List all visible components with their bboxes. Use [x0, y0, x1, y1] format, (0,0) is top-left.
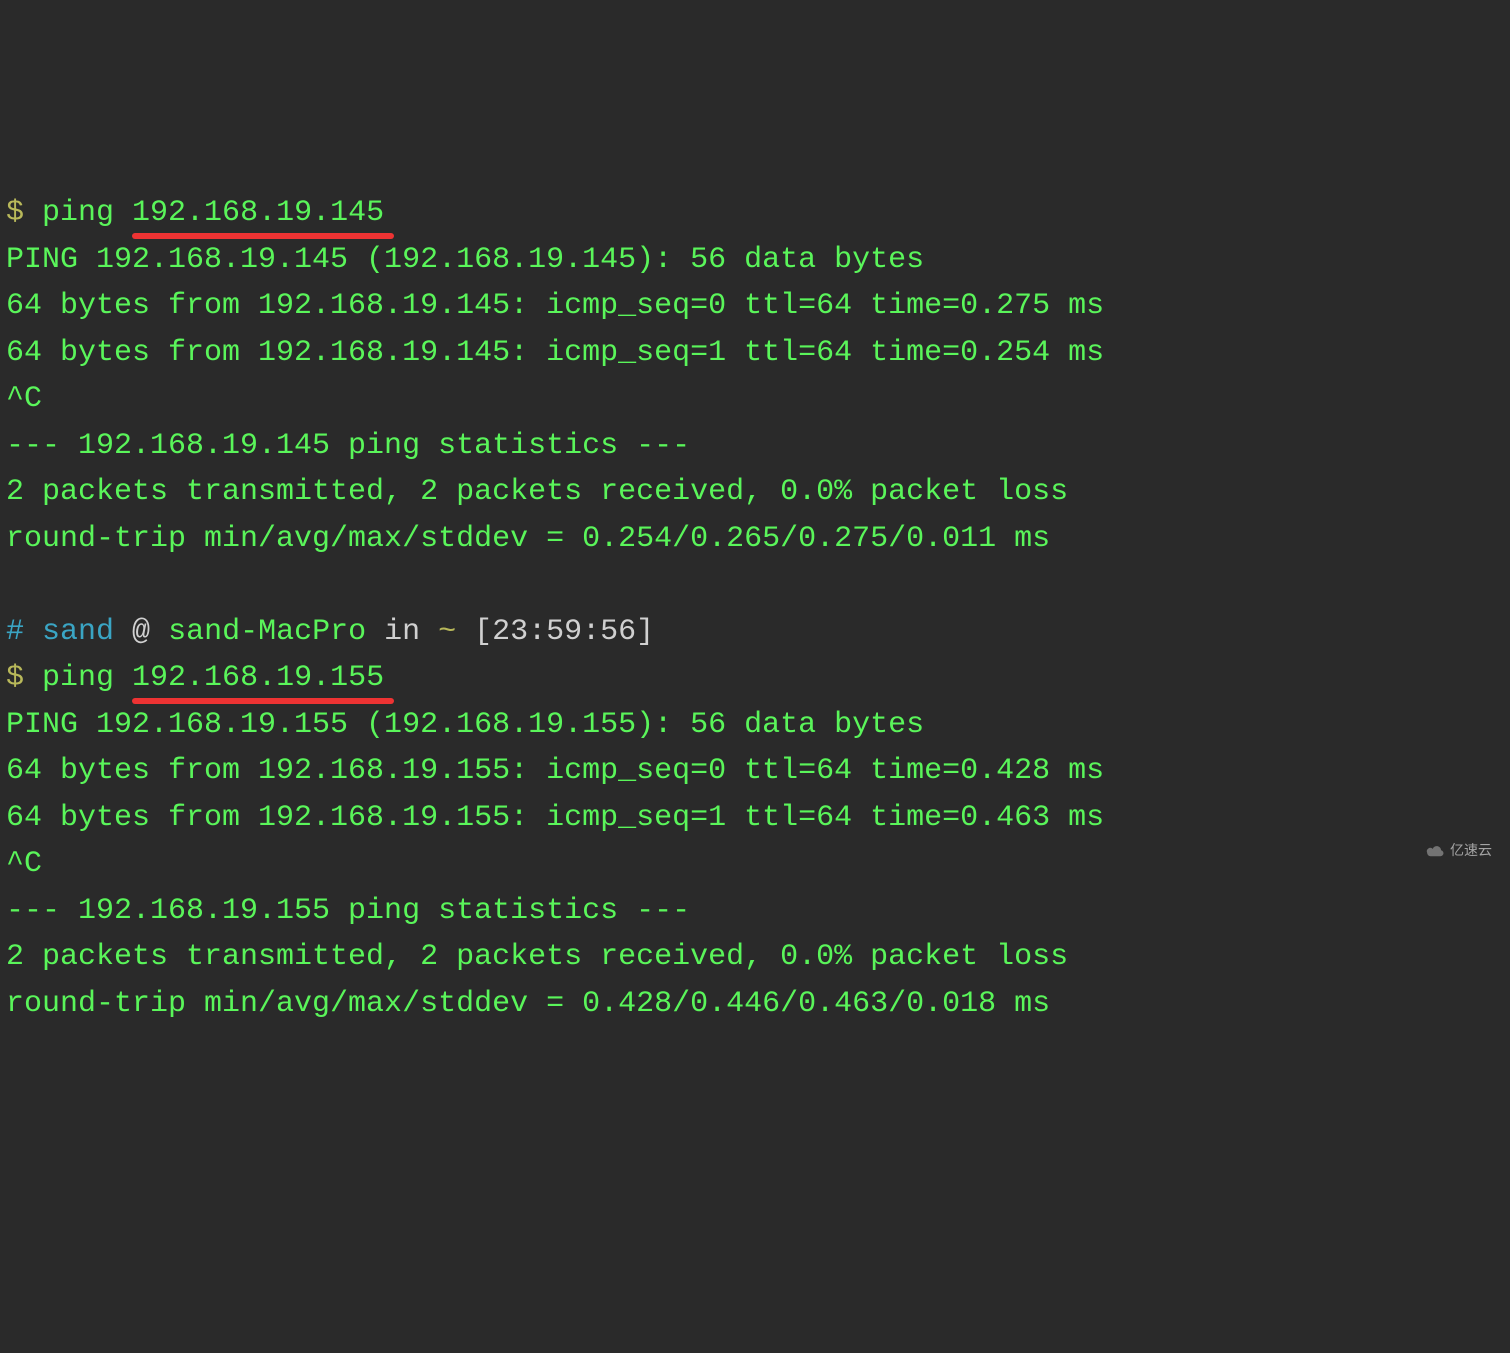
- prompt-host: sand-MacPro: [168, 615, 366, 649]
- prompt-path: ~: [438, 615, 456, 649]
- prompt-user: sand: [42, 615, 114, 649]
- prompt-hash: #: [6, 615, 24, 649]
- ping-stats-header: --- 192.168.19.145 ping statistics ---: [6, 429, 690, 463]
- ping-header: PING 192.168.19.155 (192.168.19.155): 56…: [6, 708, 924, 742]
- terminal-output[interactable]: $ ping 192.168.19.145 PING 192.168.19.14…: [6, 190, 1504, 1027]
- ping-header: PING 192.168.19.145 (192.168.19.145): 56…: [6, 243, 924, 277]
- command-text: ping 192.168.19.145: [24, 196, 384, 230]
- ping-reply: 64 bytes from 192.168.19.145: icmp_seq=1…: [6, 336, 1104, 370]
- highlighted-ip: 192.168.19.145: [132, 190, 384, 237]
- prompt-time: [23:59:56]: [456, 615, 654, 649]
- prompt-in: in: [366, 615, 438, 649]
- ping-stats-packets: 2 packets transmitted, 2 packets receive…: [6, 475, 1068, 509]
- highlighted-ip: 192.168.19.155: [132, 655, 384, 702]
- ping-stats-rtt: round-trip min/avg/max/stddev = 0.254/0.…: [6, 522, 1050, 556]
- ping-reply: 64 bytes from 192.168.19.155: icmp_seq=1…: [6, 801, 1104, 835]
- ping-reply: 64 bytes from 192.168.19.145: icmp_seq=0…: [6, 289, 1104, 323]
- command-text: ping 192.168.19.155: [24, 661, 384, 695]
- prompt-symbol: $: [6, 661, 24, 695]
- prompt-at: @: [114, 615, 168, 649]
- prompt-symbol: $: [6, 196, 24, 230]
- interrupt: ^C: [6, 382, 42, 416]
- watermark: 亿速云: [1424, 840, 1492, 862]
- ping-stats-header: --- 192.168.19.155 ping statistics ---: [6, 894, 690, 928]
- ping-stats-packets: 2 packets transmitted, 2 packets receive…: [6, 940, 1068, 974]
- ping-reply: 64 bytes from 192.168.19.155: icmp_seq=0…: [6, 754, 1104, 788]
- cloud-icon: [1424, 844, 1446, 858]
- watermark-text: 亿速云: [1450, 840, 1492, 862]
- ping-stats-rtt: round-trip min/avg/max/stddev = 0.428/0.…: [6, 987, 1050, 1021]
